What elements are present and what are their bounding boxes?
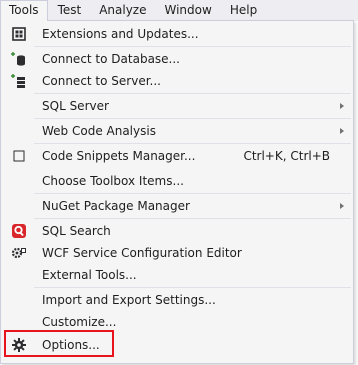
extensions-icon [11, 26, 27, 42]
server-add-icon [11, 73, 27, 89]
menu-item-label: SQL Server [42, 99, 109, 113]
menu-separator [34, 93, 351, 94]
menu-window[interactable]: Window [157, 0, 220, 21]
menu-test[interactable]: Test [50, 0, 90, 21]
menu-item-web-code-analysis[interactable]: Web Code Analysis [2, 120, 352, 142]
menu-item-customize[interactable]: Customize... [2, 311, 352, 333]
menu-item-sql-server[interactable]: SQL Server [2, 95, 352, 117]
menu-item-label: Import and Export Settings... [42, 293, 216, 307]
menu-item-connect-to-server[interactable]: Connect to Server... [2, 70, 352, 92]
menu-item-extensions-and-updates[interactable]: Extensions and Updates... [2, 23, 352, 45]
menu-item-label: Options... [42, 338, 100, 352]
submenu-arrow-icon [340, 128, 344, 134]
menu-help[interactable]: Help [222, 0, 265, 21]
tools-dropdown-menu: Extensions and Updates... Connect to Dat… [0, 20, 354, 364]
gear-icon [11, 337, 27, 353]
menu-separator [34, 193, 351, 194]
submenu-arrow-icon [340, 103, 344, 109]
menu-item-label: Code Snippets Manager... [42, 149, 196, 163]
menu-item-wcf-service-configuration-editor[interactable]: WCF Service Configuration Editor [2, 242, 352, 264]
menu-tools[interactable]: Tools [0, 0, 48, 21]
menu-item-label: WCF Service Configuration Editor [42, 246, 242, 260]
submenu-arrow-icon [340, 203, 344, 209]
menu-analyze[interactable]: Analyze [91, 0, 154, 21]
menu-item-label: Connect to Database... [42, 52, 180, 66]
menu-item-label: Choose Toolbox Items... [42, 174, 184, 188]
wcf-config-icon [11, 245, 27, 261]
menu-item-shortcut: Ctrl+K, Ctrl+B [243, 149, 330, 163]
menu-item-label: NuGet Package Manager [42, 199, 190, 213]
menu-bar: Tools Test Analyze Window Help [0, 0, 358, 21]
menu-separator [34, 218, 351, 219]
menu-item-sql-search[interactable]: SQL Search [2, 220, 352, 242]
menu-item-label: SQL Search [42, 224, 111, 238]
menu-item-label: Web Code Analysis [42, 124, 156, 138]
menu-item-import-export-settings[interactable]: Import and Export Settings... [2, 289, 352, 311]
menu-item-label: Customize... [42, 315, 117, 329]
menu-separator [34, 46, 351, 47]
menu-item-connect-to-database[interactable]: Connect to Database... [2, 48, 352, 70]
menu-item-label: Connect to Server... [42, 74, 161, 88]
menu-separator [34, 143, 351, 144]
menu-item-label: External Tools... [42, 268, 137, 282]
database-add-icon [11, 51, 27, 67]
sql-search-icon [11, 223, 27, 239]
menu-separator [34, 118, 351, 119]
menu-separator [34, 287, 351, 288]
menu-item-choose-toolbox-items[interactable]: Choose Toolbox Items... [2, 170, 352, 192]
menu-item-external-tools[interactable]: External Tools... [2, 264, 352, 286]
menu-item-code-snippets-manager[interactable]: Code Snippets Manager... Ctrl+K, Ctrl+B [2, 145, 352, 167]
menu-item-options[interactable]: Options... [2, 334, 352, 356]
menu-item-label: Extensions and Updates... [42, 27, 199, 41]
snippet-icon [11, 148, 27, 164]
menu-item-nuget-package-manager[interactable]: NuGet Package Manager [2, 195, 352, 217]
